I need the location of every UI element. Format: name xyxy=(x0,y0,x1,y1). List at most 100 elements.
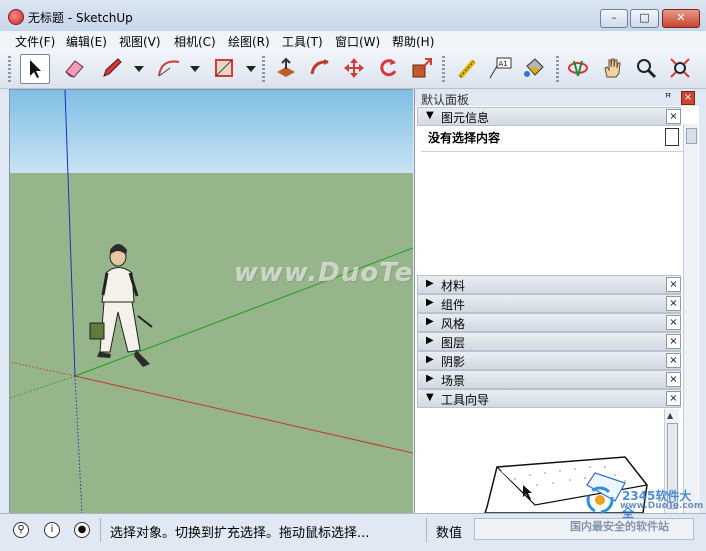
magnifier-icon xyxy=(637,59,657,79)
rotate-icon xyxy=(380,59,397,77)
maximize-button[interactable]: □ xyxy=(630,9,659,28)
panel-styles[interactable]: ▶ 风格 × xyxy=(417,313,681,332)
pin-icon[interactable]: ꟸ xyxy=(665,91,671,104)
panel-close-button[interactable]: × xyxy=(666,353,681,368)
menu-help[interactable]: 帮助(H) xyxy=(392,33,434,50)
toolbar-separator-3 xyxy=(556,56,559,82)
arc-dropdown-icon[interactable] xyxy=(190,66,200,72)
menu-window[interactable]: 窗口(W) xyxy=(335,33,380,50)
panel-label: 场景 xyxy=(441,374,466,388)
measurements-label: 数值 xyxy=(436,526,463,541)
select-tool-button[interactable] xyxy=(20,54,50,84)
panel-label: 组件 xyxy=(441,298,466,312)
arc-icon xyxy=(158,60,180,77)
panel-close-button[interactable]: × xyxy=(666,315,681,330)
tray-scrollbar[interactable] xyxy=(683,124,698,513)
pan-tool-button[interactable] xyxy=(598,54,626,82)
menu-edit[interactable]: 编辑(E) xyxy=(66,33,107,50)
panel-scenes[interactable]: ▶ 场景 × xyxy=(417,370,681,389)
shape-tool-button[interactable] xyxy=(210,54,238,82)
paint-bucket-icon xyxy=(524,58,544,77)
panel-shadows[interactable]: ▶ 阴影 × xyxy=(417,351,681,370)
arc-tool-button[interactable] xyxy=(155,54,183,82)
watermark-text: www.DuoTe.com xyxy=(234,258,413,288)
blue-axis-dotted xyxy=(74,375,83,514)
expand-arrow-icon: ▶ xyxy=(426,297,434,308)
menu-bar: 文件(F) 编辑(E) 视图(V) 相机(C) 绘图(R) 工具(T) 窗口(W… xyxy=(0,31,706,51)
tray-title: 默认面板 xyxy=(421,93,470,107)
panel-instructor[interactable]: ▼ 工具向导 × xyxy=(417,389,681,408)
tray-close-button[interactable]: × xyxy=(681,91,695,105)
expand-arrow-icon: ▶ xyxy=(426,335,434,346)
green-axis-dotted xyxy=(10,375,76,399)
panel-close-button[interactable]: × xyxy=(666,391,681,406)
push-pull-tool-button[interactable] xyxy=(272,54,300,82)
pencil-icon xyxy=(103,58,122,77)
panel-close-button[interactable]: × xyxy=(666,372,681,387)
push-pull-icon xyxy=(277,57,295,77)
main-toolbar: A1 xyxy=(0,50,706,89)
panel-close-button[interactable]: × xyxy=(666,334,681,349)
entity-info-content: 没有选择内容 xyxy=(421,125,683,152)
geo-location-icon[interactable]: ⚲ xyxy=(13,522,29,538)
pencil-dropdown-icon[interactable] xyxy=(134,66,144,72)
tape-measure-icon xyxy=(458,59,476,79)
panel-close-button[interactable]: × xyxy=(666,277,681,292)
panel-components[interactable]: ▶ 组件 × xyxy=(417,294,681,313)
panel-label: 材料 xyxy=(441,279,466,293)
panel-close-button[interactable]: × xyxy=(666,296,681,311)
brand-url: www.DuoTe.com xyxy=(620,501,704,511)
menu-tools[interactable]: 工具(T) xyxy=(282,33,323,50)
svg-text:A1: A1 xyxy=(499,60,508,68)
entity-toggle-icon[interactable] xyxy=(665,128,679,146)
tray-scroll-thumb[interactable] xyxy=(686,128,697,144)
zoom-extents-tool-button[interactable] xyxy=(666,54,694,82)
zoom-extents-icon xyxy=(670,58,690,78)
text-label-icon: A1 xyxy=(489,57,512,79)
status-divider xyxy=(100,518,101,542)
red-axis-line xyxy=(74,375,413,454)
scale-icon xyxy=(412,58,432,78)
toolbar-grip[interactable] xyxy=(8,56,11,82)
menu-draw[interactable]: 绘图(R) xyxy=(228,33,270,50)
move-tool-button[interactable] xyxy=(340,54,368,82)
person-figure xyxy=(89,244,153,367)
default-tray: 默认面板 ꟸ × ▼ 图元信息 × 没有选择内容 ▶ 材料 × ▶ 组件 × ▶… xyxy=(414,89,699,513)
panel-label: 工具向导 xyxy=(441,393,490,407)
menu-file[interactable]: 文件(F) xyxy=(15,33,55,50)
info-icon[interactable]: i xyxy=(44,522,60,538)
expand-arrow-icon: ▶ xyxy=(426,354,434,365)
text-tool-button[interactable]: A1 xyxy=(486,54,514,82)
expand-arrow-icon: ▶ xyxy=(426,373,434,384)
panel-layers[interactable]: ▶ 图层 × xyxy=(417,332,681,351)
follow-me-tool-button[interactable] xyxy=(306,54,334,82)
panel-close-button[interactable]: × xyxy=(666,109,681,124)
user-icon[interactable]: ● xyxy=(74,522,90,538)
arrow-cursor-icon xyxy=(30,60,41,78)
rotate-tool-button[interactable] xyxy=(374,54,402,82)
menu-camera[interactable]: 相机(C) xyxy=(174,33,216,50)
collapse-arrow-icon: ▼ xyxy=(426,392,434,403)
close-button[interactable]: ✕ xyxy=(662,9,700,28)
panel-materials[interactable]: ▶ 材料 × xyxy=(417,275,681,294)
paint-bucket-tool-button[interactable] xyxy=(520,54,548,82)
minimize-button[interactable]: – xyxy=(600,9,628,28)
red-axis-dotted xyxy=(10,361,76,377)
drawing-viewport[interactable]: www.DuoTe.com xyxy=(9,89,413,514)
orbit-icon xyxy=(568,60,588,77)
status-hint-text: 选择对象。切换到扩充选择。拖动鼠标选择... xyxy=(110,526,370,541)
shape-dropdown-icon[interactable] xyxy=(246,66,256,72)
zoom-tool-button[interactable] xyxy=(632,54,660,82)
scale-tool-button[interactable] xyxy=(408,54,436,82)
panel-label: 风格 xyxy=(441,317,466,331)
brand-slogan: 国内最安全的软件站 xyxy=(570,520,669,533)
orbit-tool-button[interactable] xyxy=(564,54,592,82)
pencil-tool-button[interactable] xyxy=(98,54,126,82)
move-icon xyxy=(344,58,364,78)
scroll-up-icon[interactable]: ▲ xyxy=(667,411,673,420)
tape-measure-tool-button[interactable] xyxy=(452,54,480,82)
panel-entity-info[interactable]: ▼ 图元信息 × xyxy=(417,107,681,126)
logo-swirl-icon xyxy=(586,486,614,514)
eraser-tool-button[interactable] xyxy=(60,54,88,82)
menu-view[interactable]: 视图(V) xyxy=(119,33,161,50)
